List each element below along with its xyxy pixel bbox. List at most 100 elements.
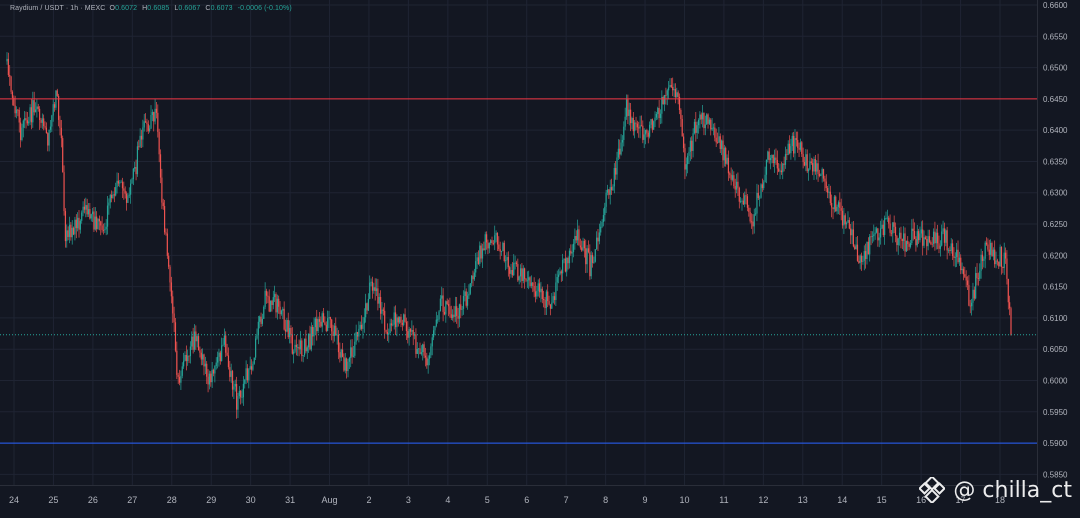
candle-body[interactable] <box>635 122 637 124</box>
candle-body[interactable] <box>548 301 550 305</box>
candle-body[interactable] <box>513 262 515 276</box>
candle-body[interactable] <box>915 238 917 246</box>
candle-body[interactable] <box>862 260 864 262</box>
candle-body[interactable] <box>896 235 898 246</box>
candle-body[interactable] <box>828 191 830 193</box>
candle-body[interactable] <box>972 289 974 303</box>
candle-body[interactable] <box>365 303 367 318</box>
candle-body[interactable] <box>631 117 633 124</box>
candle-body[interactable] <box>21 127 23 140</box>
candle-body[interactable] <box>378 296 380 304</box>
candle-body[interactable] <box>510 269 512 274</box>
candle-body[interactable] <box>916 231 918 246</box>
candle-body[interactable] <box>585 248 587 265</box>
candle-body[interactable] <box>91 211 94 215</box>
candle-body[interactable] <box>1006 258 1008 279</box>
candle-body[interactable] <box>484 234 486 251</box>
candle-body[interactable] <box>893 222 895 227</box>
candle-body[interactable] <box>208 373 211 385</box>
candle-body[interactable] <box>331 319 333 332</box>
candle-body[interactable] <box>369 282 371 299</box>
candle-body[interactable] <box>714 127 716 138</box>
candle-body[interactable] <box>951 243 954 257</box>
candle-body[interactable] <box>674 89 677 98</box>
candle-body[interactable] <box>859 255 861 263</box>
candle-body[interactable] <box>456 306 458 317</box>
candle-body[interactable] <box>946 230 948 251</box>
candle-body[interactable] <box>911 228 913 244</box>
candle-body[interactable] <box>825 181 827 189</box>
candle-body[interactable] <box>309 333 311 350</box>
candle-body[interactable] <box>748 207 750 212</box>
candle-body[interactable] <box>659 113 662 119</box>
candle-body[interactable] <box>696 125 698 133</box>
candle-body[interactable] <box>701 112 704 120</box>
candle-body[interactable] <box>776 159 778 169</box>
candle-body[interactable] <box>821 169 823 175</box>
candle-body[interactable] <box>261 318 264 324</box>
candle-body[interactable] <box>294 344 296 352</box>
candle-body[interactable] <box>858 260 860 263</box>
candle-body[interactable] <box>82 206 84 213</box>
candle-body[interactable] <box>941 231 943 246</box>
candle-body[interactable] <box>904 233 906 252</box>
candle-body[interactable] <box>816 163 818 172</box>
candle-body[interactable] <box>672 86 674 91</box>
candle-body[interactable] <box>669 85 671 88</box>
candle-body[interactable] <box>625 99 628 117</box>
candle-body[interactable] <box>384 310 386 330</box>
candle-body[interactable] <box>215 362 217 366</box>
candle-body[interactable] <box>259 316 261 322</box>
candle-body[interactable] <box>102 229 105 231</box>
candle-body[interactable] <box>154 108 156 122</box>
candle-body[interactable] <box>385 329 387 332</box>
candle-body[interactable] <box>919 233 921 241</box>
candle-body[interactable] <box>15 109 18 114</box>
candle-body[interactable] <box>317 319 319 332</box>
candle-body[interactable] <box>265 290 268 296</box>
candle-body[interactable] <box>787 143 789 155</box>
candle-body[interactable] <box>616 157 618 175</box>
candle-body[interactable] <box>920 229 922 234</box>
candle-body[interactable] <box>332 331 334 337</box>
candle-body[interactable] <box>810 161 812 164</box>
candle-body[interactable] <box>284 329 287 332</box>
candle-body[interactable] <box>479 245 481 264</box>
candle-body[interactable] <box>260 316 262 324</box>
candle-body[interactable] <box>775 157 777 160</box>
candle-body[interactable] <box>19 122 22 140</box>
candle-body[interactable] <box>688 151 690 156</box>
candle-body[interactable] <box>562 259 564 274</box>
candle-body[interactable] <box>780 170 782 173</box>
candle-body[interactable] <box>34 109 37 113</box>
candle-body[interactable] <box>826 188 829 193</box>
candle-body[interactable] <box>881 224 883 229</box>
candle-body[interactable] <box>708 119 710 124</box>
candle-body[interactable] <box>206 363 208 377</box>
candle-body[interactable] <box>6 58 8 62</box>
candle-body[interactable] <box>109 194 111 203</box>
candle-body[interactable] <box>975 273 977 299</box>
candle-body[interactable] <box>202 354 204 360</box>
candle-body[interactable] <box>496 232 499 245</box>
candle-body[interactable] <box>574 236 576 244</box>
candle-body[interactable] <box>328 316 330 319</box>
candle-body[interactable] <box>439 298 441 312</box>
candle-body[interactable] <box>115 187 117 196</box>
candle-body[interactable] <box>392 324 394 326</box>
candle-body[interactable] <box>352 355 355 357</box>
candle-body[interactable] <box>1007 278 1009 303</box>
candle-body[interactable] <box>132 168 134 180</box>
candle-body[interactable] <box>540 288 542 293</box>
candle-body[interactable] <box>999 246 1001 267</box>
candle-body[interactable] <box>824 178 826 182</box>
candle-body[interactable] <box>903 233 905 241</box>
candle-body[interactable] <box>795 138 797 140</box>
candle-body[interactable] <box>97 219 99 229</box>
candle-body[interactable] <box>691 140 693 151</box>
candle-body[interactable] <box>582 240 584 251</box>
candle-body[interactable] <box>962 268 965 275</box>
candle-body[interactable] <box>412 329 414 336</box>
candle-body[interactable] <box>503 242 505 262</box>
candle-body[interactable] <box>29 107 31 122</box>
